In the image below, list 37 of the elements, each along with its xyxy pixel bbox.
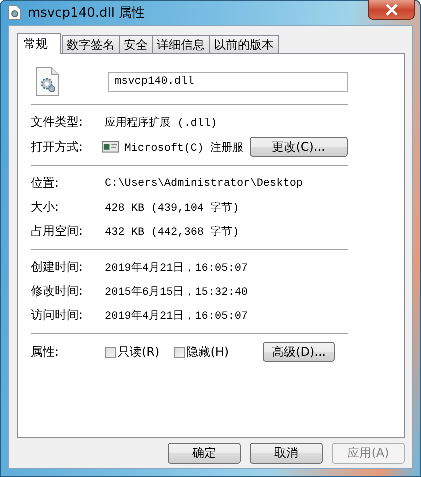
tab[interactable]: 数字签名 (62, 35, 120, 53)
checkbox-label[interactable]: 隐藏(H) (186, 344, 230, 360)
field-label: 打开方式: (31, 138, 84, 156)
field-label: 修改时间: (31, 283, 84, 300)
checkbox[interactable] (174, 346, 185, 358)
file-name-field[interactable]: msvcp140.dll (108, 72, 348, 92)
field-label: 占用空间: (31, 223, 84, 240)
field-label: 属性: (31, 344, 60, 360)
field-value: 2015年6月15日，15:32:40 (105, 285, 248, 299)
window-title: msvcp140.dll 属性 (28, 5, 146, 22)
change-button[interactable]: 更改(C)... (250, 137, 348, 157)
checkbox-label[interactable]: 只读(R) (118, 344, 160, 360)
tab[interactable]: 常规 (17, 33, 61, 54)
field-label: 访问时间: (31, 307, 84, 324)
tab[interactable]: 以前的版本 (209, 35, 279, 53)
field-value: 428 KB (439,104 字节) (105, 200, 240, 215)
tab[interactable]: 详细信息 (152, 35, 210, 53)
field-value: C:\Users\Administrator\Desktop (105, 178, 304, 190)
dialog-button[interactable]: 取消 (250, 443, 323, 464)
field-value: 432 KB (442,368 字节) (105, 224, 240, 239)
tab[interactable]: 安全 (119, 35, 153, 53)
close-button[interactable] (368, 0, 415, 20)
field-value: Microsoft(C) 注册服 (124, 140, 244, 154)
field-label: 文件类型: (31, 114, 84, 131)
field-value: 2019年4月21日，16:05:07 (105, 309, 248, 323)
field-label: 位置: (31, 175, 60, 192)
field-label: 大小: (31, 199, 60, 216)
field-value: 2019年4月21日，16:05:07 (105, 261, 248, 275)
close-icon (384, 4, 398, 16)
file-icon (8, 5, 22, 21)
checkbox[interactable] (105, 346, 116, 358)
field-value: 应用程序扩展 (.dll) (105, 116, 218, 130)
field-label: 创建时间: (31, 259, 84, 276)
advanced-button[interactable]: 高级(D)... (263, 342, 336, 362)
application-icon (102, 141, 120, 153)
settings-file-icon (36, 67, 60, 97)
dialog-button[interactable]: 确定 (168, 443, 241, 464)
